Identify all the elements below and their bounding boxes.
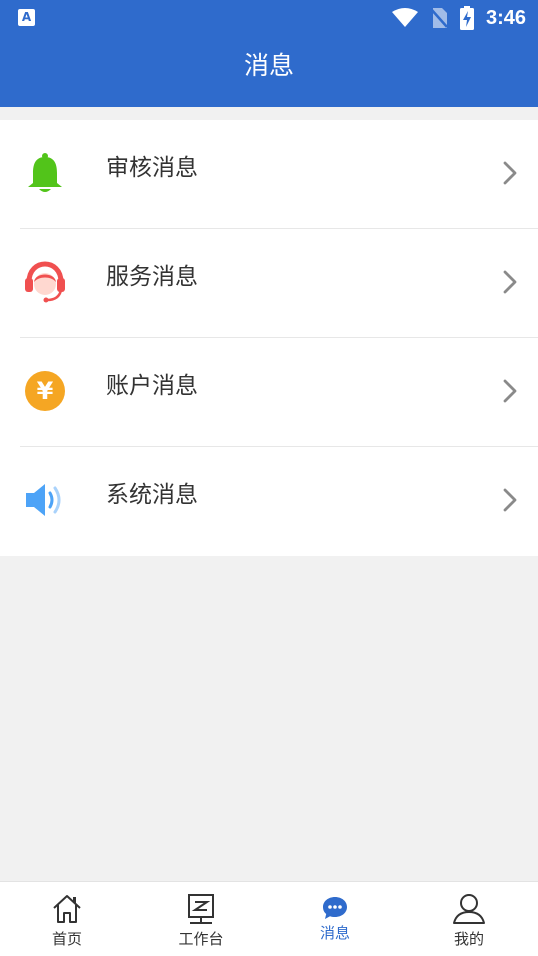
customer-service-icon — [22, 259, 68, 305]
list-item-label: 服务消息 — [106, 264, 198, 290]
notification-app-icon: A — [18, 9, 35, 26]
speaker-icon — [22, 477, 68, 523]
tab-home[interactable]: 首页 — [0, 882, 134, 956]
chevron-right-icon — [503, 488, 517, 512]
bottom-tab-bar: 首页 工作台 消息 我的 — [0, 881, 538, 956]
list-item-system-messages[interactable]: 系统消息 — [0, 447, 538, 556]
chevron-right-icon — [503, 270, 517, 294]
tab-label: 消息 — [319, 924, 350, 942]
list-item-review-messages[interactable]: 审核消息 — [0, 120, 538, 229]
list-item-label: 系统消息 — [106, 482, 198, 508]
person-icon — [453, 894, 485, 924]
tab-workbench[interactable]: 工作台 — [134, 882, 268, 956]
list-item-account-messages[interactable]: ¥ 账户消息 — [0, 338, 538, 447]
workbench-icon — [188, 894, 214, 924]
page-title: 消息 — [243, 51, 294, 80]
chevron-right-icon — [503, 379, 517, 403]
home-icon — [53, 895, 81, 923]
no-sim-icon — [430, 8, 448, 28]
battery-charging-icon — [459, 6, 474, 30]
tab-label: 我的 — [453, 930, 484, 948]
status-indicators: 3:46 — [391, 4, 526, 32]
tab-messages[interactable]: 消息 — [268, 882, 402, 956]
list-item-service-messages[interactable]: 服务消息 — [0, 229, 538, 338]
tab-profile[interactable]: 我的 — [402, 882, 536, 956]
app-header: A 3:46 消息 — [0, 0, 538, 107]
chat-bubble-icon — [323, 897, 347, 919]
wifi-icon — [391, 8, 418, 27]
tab-label: 首页 — [51, 930, 82, 948]
chevron-right-icon — [503, 161, 517, 185]
yuan-coin-icon: ¥ — [22, 368, 68, 414]
message-category-list: 审核消息 服务消息 ¥ 账户消息 系统消息 — [0, 120, 538, 556]
status-bar: A 3:46 — [0, 0, 538, 36]
status-time: 3:46 — [485, 6, 526, 29]
list-item-label: 账户消息 — [106, 373, 198, 399]
list-item-label: 审核消息 — [106, 155, 198, 181]
bell-icon — [22, 150, 68, 196]
tab-label: 工作台 — [178, 930, 224, 948]
yuan-glyph: ¥ — [25, 371, 65, 411]
